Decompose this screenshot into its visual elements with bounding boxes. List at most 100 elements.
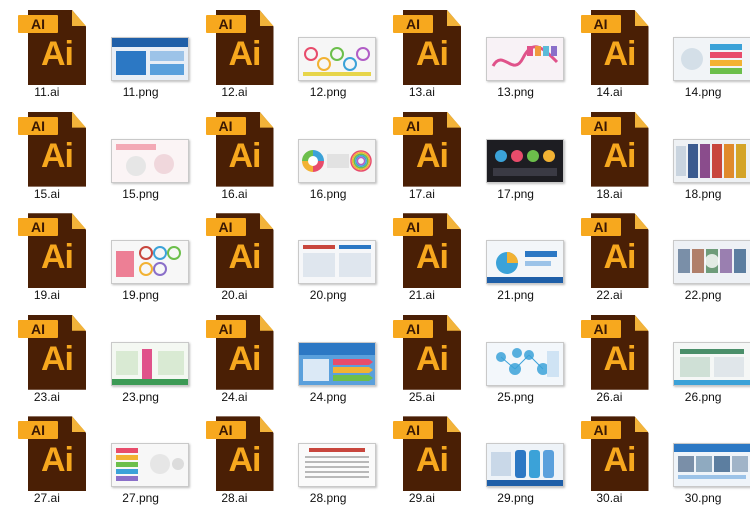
image-thumbnail — [298, 138, 377, 183]
file-name-label: 20.png — [309, 288, 347, 303]
file-name-label: 26.png — [684, 389, 722, 404]
file-type-tab: AI — [18, 116, 58, 135]
thumb-block — [303, 358, 330, 381]
thumb-tag — [542, 46, 549, 56]
thumbnail-graphic — [486, 139, 563, 182]
thumb-text-line — [305, 471, 370, 474]
file-tile-png[interactable]: 13.png — [469, 0, 564, 102]
file-tile-png[interactable]: 11.png — [94, 0, 189, 102]
file-tile-png[interactable]: 16.png — [281, 102, 377, 204]
file-tile-png[interactable]: 18.png — [656, 102, 750, 204]
file-name-label: 22.ai — [596, 288, 623, 303]
file-type-tab: AI — [393, 116, 433, 135]
file-name-label: 30.ai — [596, 491, 623, 506]
illustrator-file-icon: AI Ai — [580, 10, 655, 86]
file-tile-png[interactable]: 17.png — [469, 102, 564, 204]
thumb-block — [115, 350, 138, 375]
thumb-bar — [524, 261, 551, 267]
thumbnail-graphic — [674, 38, 750, 80]
file-tile-png[interactable]: 27.png — [94, 406, 189, 508]
illustrator-file-icon: AI Ai — [580, 314, 655, 391]
file-name-label: 13.ai — [408, 85, 435, 99]
thumb-bar — [115, 143, 156, 150]
image-thumbnail — [485, 341, 564, 386]
file-type-mark: Ai — [41, 238, 74, 277]
thumb-photo — [678, 249, 691, 274]
thumb-arrow — [333, 366, 374, 373]
file-tile-png[interactable]: 24.png — [281, 305, 377, 407]
thumb-block — [149, 64, 184, 75]
file-tile-png[interactable]: 15.png — [94, 102, 189, 204]
thumb-title — [309, 448, 366, 453]
thumb-column — [688, 143, 699, 178]
thumb-photo — [714, 456, 731, 473]
file-tile-ai[interactable]: AI Ai 16.ai — [188, 102, 282, 204]
image-thumbnail — [110, 240, 189, 285]
file-corner-fold — [634, 213, 649, 230]
file-tile-png[interactable]: 12.png — [281, 0, 377, 102]
file-name-label: 18.png — [684, 186, 722, 201]
file-tile-ai[interactable]: AI Ai 19.ai — [0, 203, 94, 305]
thumb-text-line — [305, 461, 370, 464]
file-tile-ai[interactable]: AI Ai 18.ai — [563, 102, 657, 204]
file-tile-ai[interactable]: AI Ai 26.ai — [563, 305, 657, 407]
illustrator-file-icon: AI Ai — [580, 416, 655, 492]
file-tile-png[interactable]: 28.png — [281, 406, 377, 508]
thumb-shield — [542, 450, 554, 479]
thumbnail-graphic — [486, 241, 563, 284]
image-thumbnail — [298, 443, 377, 488]
thumbnail-graphic — [111, 444, 188, 487]
file-tile-ai[interactable]: AI Ai 25.ai — [375, 305, 469, 407]
thumb-block — [115, 51, 146, 75]
file-type-mark: Ai — [228, 35, 262, 73]
file-tile-ai[interactable]: AI Ai 23.ai — [0, 305, 94, 407]
file-tile-png[interactable]: 30.png — [656, 406, 750, 508]
image-thumbnail — [485, 138, 564, 183]
file-tile-png[interactable]: 14.png — [656, 0, 750, 102]
illustrator-file-icon: AI Ai — [205, 314, 280, 391]
file-grid: AI Ai 11.ai 11.png AI Ai 12.ai 12.png AI Ai 13.ai 1… — [0, 0, 750, 508]
file-tile-ai[interactable]: AI Ai 29.ai — [375, 406, 469, 508]
image-thumbnail — [673, 37, 750, 81]
illustrator-file-icon: AI Ai — [393, 314, 467, 391]
file-tile-ai[interactable]: AI Ai 24.ai — [188, 305, 282, 407]
file-tile-ai[interactable]: AI Ai 17.ai — [375, 102, 469, 204]
image-thumbnail — [485, 240, 564, 285]
thumb-column — [700, 143, 711, 178]
file-tile-png[interactable]: 20.png — [281, 203, 377, 305]
thumb-photo — [720, 249, 733, 274]
file-tile-ai[interactable]: AI Ai 30.ai — [563, 406, 657, 508]
file-type-tab: AI — [393, 218, 433, 237]
file-tile-png[interactable]: 23.png — [94, 305, 189, 407]
file-tile-ai[interactable]: AI Ai 12.ai — [188, 0, 282, 102]
file-tile-png[interactable]: 29.png — [469, 406, 564, 508]
file-tile-ai[interactable]: AI Ai 15.ai — [0, 102, 94, 204]
file-tile-ai[interactable]: AI Ai 11.ai — [0, 0, 94, 102]
file-tile-ai[interactable]: AI Ai 27.ai — [0, 406, 94, 508]
thumbnail-graphic — [299, 241, 376, 284]
thumb-ring-hole — [308, 155, 319, 166]
file-tile-ai[interactable]: AI Ai 22.ai — [563, 203, 657, 305]
file-tile-png[interactable]: 21.png — [469, 203, 564, 305]
thumb-arrow — [333, 374, 374, 381]
file-tile-ai[interactable]: AI Ai 14.ai — [563, 0, 657, 102]
file-tile-png[interactable]: 26.png — [656, 305, 750, 407]
file-tile-png[interactable]: 22.png — [656, 203, 750, 305]
file-type-mark: Ai — [228, 136, 262, 175]
file-tile-png[interactable]: 25.png — [469, 305, 564, 407]
file-tile-png[interactable]: 19.png — [94, 203, 189, 305]
file-tile-ai[interactable]: AI Ai 28.ai — [188, 406, 282, 508]
thumb-tag — [115, 462, 138, 468]
thumb-photo — [692, 249, 705, 274]
thumbnail-graphic — [299, 444, 376, 487]
file-tile-ai[interactable]: AI Ai 21.ai — [375, 203, 469, 305]
image-thumbnail — [110, 37, 189, 81]
file-type-mark: Ai — [41, 441, 74, 480]
file-name-label: 18.ai — [596, 186, 623, 201]
file-name-label: 30.png — [684, 491, 722, 506]
file-tile-ai[interactable]: AI Ai 20.ai — [188, 203, 282, 305]
file-tile-ai[interactable]: AI Ai 13.ai — [375, 0, 469, 102]
file-name-label: 12.ai — [221, 85, 248, 99]
thumbnail-graphic — [111, 38, 188, 80]
thumb-bubble — [510, 149, 523, 162]
